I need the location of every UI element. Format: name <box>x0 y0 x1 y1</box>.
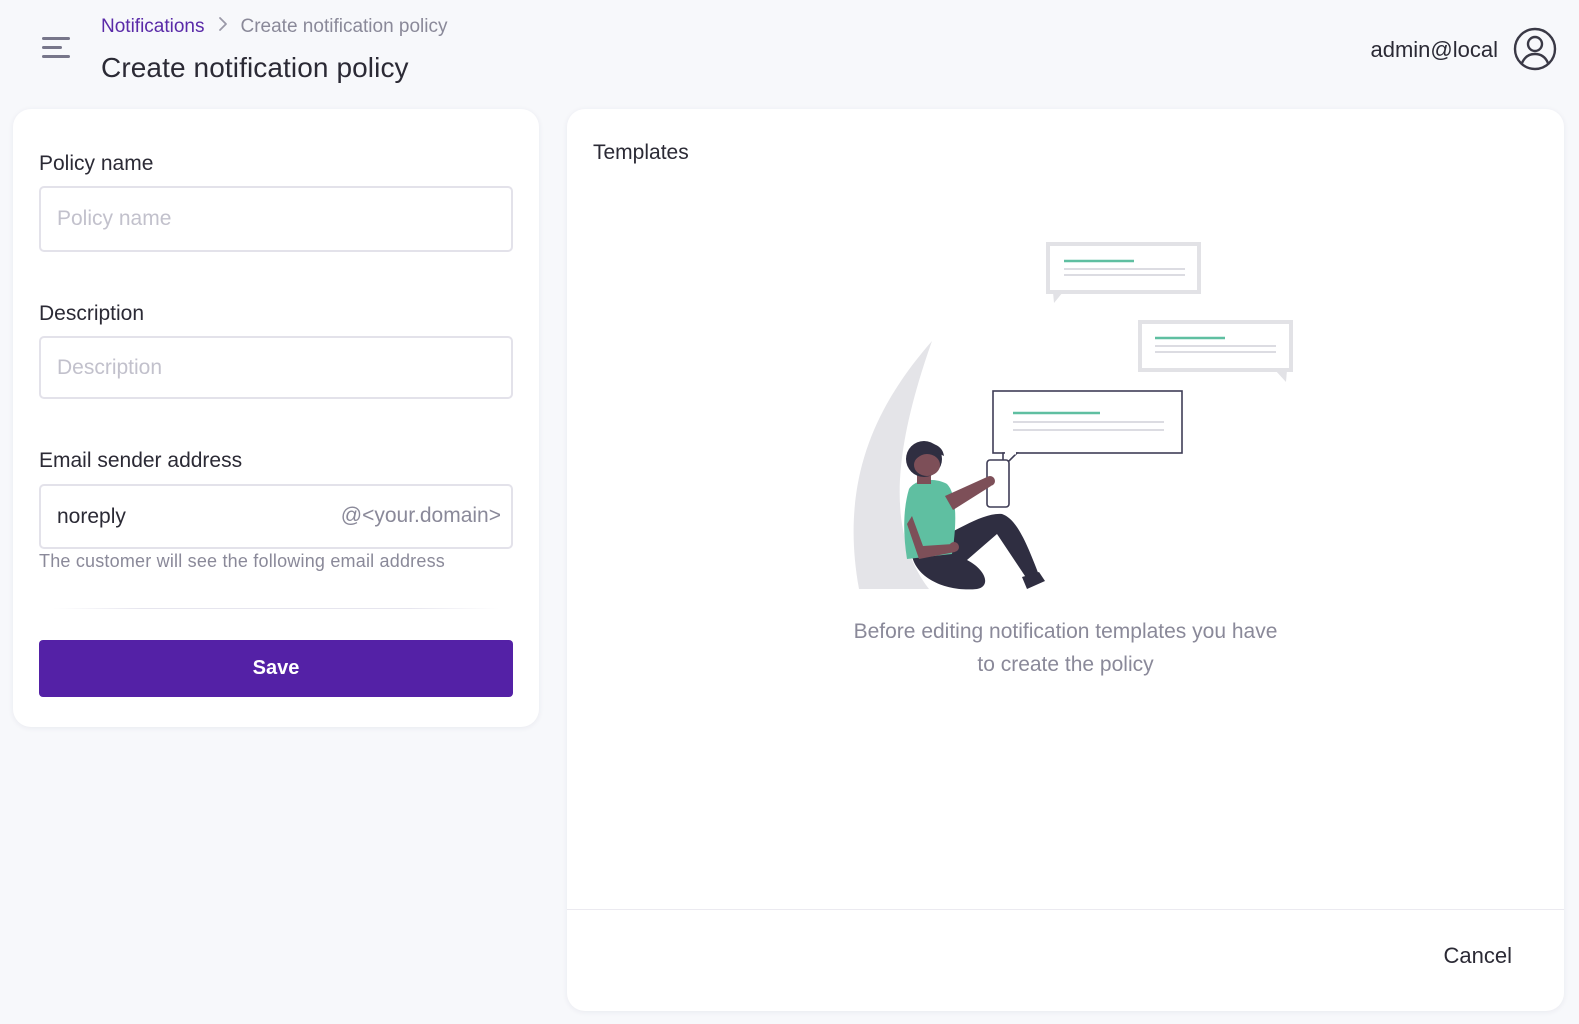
empty-state-message-line2: to create the policy <box>977 653 1154 676</box>
empty-state-message-line1: Before editing notification templates yo… <box>853 620 1278 643</box>
cancel-button[interactable]: Cancel <box>1444 943 1512 969</box>
chevron-right-icon <box>205 16 241 38</box>
user-circle-icon[interactable] <box>1513 27 1557 71</box>
templates-title: Templates <box>593 141 689 164</box>
user-email[interactable]: admin@local <box>1371 37 1499 63</box>
policy-name-input[interactable] <box>39 186 513 252</box>
breadcrumb-notifications-link[interactable]: Notifications <box>101 16 205 38</box>
footer-divider <box>567 909 1564 910</box>
description-input[interactable] <box>39 336 513 399</box>
empty-state-illustration <box>817 234 1307 604</box>
breadcrumb-current: Create notification policy <box>240 16 448 37</box>
breadcrumb: Notifications Create notification policy <box>101 16 448 38</box>
description-label: Description <box>39 302 145 325</box>
hamburger-menu-icon[interactable] <box>40 34 72 62</box>
email-sender-label: Email sender address <box>39 449 243 472</box>
email-sender-input[interactable] <box>41 486 321 547</box>
email-domain-suffix: @<your.domain> <box>340 504 501 527</box>
templates-card: Templates Before editing notification te… <box>567 109 1564 1011</box>
page-title: Create notification policy <box>101 52 409 83</box>
email-sender-field: @<your.domain> <box>39 484 513 549</box>
page-header: Notifications Create notification policy… <box>0 0 1579 100</box>
policy-form-card: Policy name Description Email sender add… <box>13 109 539 727</box>
save-button[interactable]: Save <box>39 640 513 697</box>
policy-name-label: Policy name <box>39 152 154 175</box>
empty-state-message: Before editing notification templates yo… <box>567 615 1564 681</box>
email-helper-text: The customer will see the following emai… <box>39 551 445 571</box>
divider <box>53 608 499 609</box>
